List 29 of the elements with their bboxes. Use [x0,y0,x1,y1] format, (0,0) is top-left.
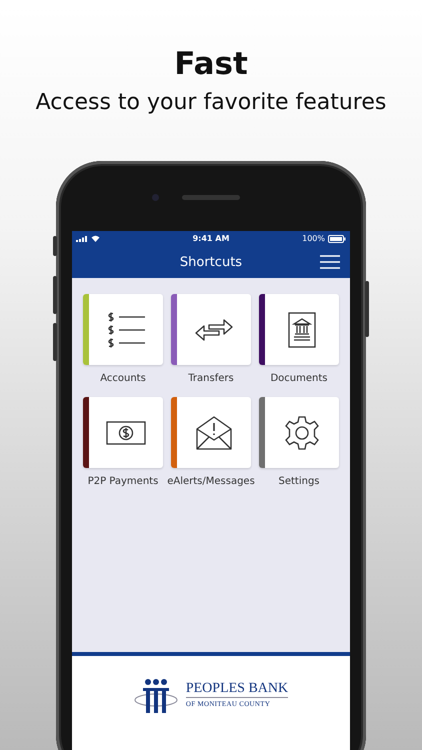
headline: Fast [174,45,248,84]
shortcut-label: P2P Payments [88,476,158,487]
banknote-icon [106,420,146,444]
shortcut-label: Settings [278,476,320,487]
bank-name: PEOPLES BANK [186,681,288,698]
shortcut-label: Transfers [188,373,234,384]
battery-icon [328,234,346,242]
camera-icon [152,194,159,201]
shortcut-label: Documents [270,373,328,384]
status-time: 9:41 AM [192,234,230,243]
screen-title: Shortcuts [180,254,242,270]
signal-icon [76,236,88,242]
menu-icon[interactable] [320,255,340,269]
shortcut-tile[interactable] [259,294,339,365]
shortcut-tile[interactable] [171,294,251,365]
envelope-alert-icon [196,416,232,450]
shortcut-label: eAlerts/Messages [167,476,255,487]
settings-icon [285,416,319,450]
shortcut-tile[interactable] [259,397,339,468]
shortcut-label: Accounts [100,373,146,384]
shortcut-tile[interactable] [171,397,251,468]
speaker-grille [182,195,240,200]
shortcut-tile[interactable] [83,294,163,365]
battery-percent: 100% [302,234,325,243]
list-icon [106,310,146,348]
document-bank-icon [288,312,316,348]
shortcut-tile[interactable] [83,397,163,468]
subtitle: Access to your favorite features [36,89,386,117]
wifi-icon [91,235,100,242]
